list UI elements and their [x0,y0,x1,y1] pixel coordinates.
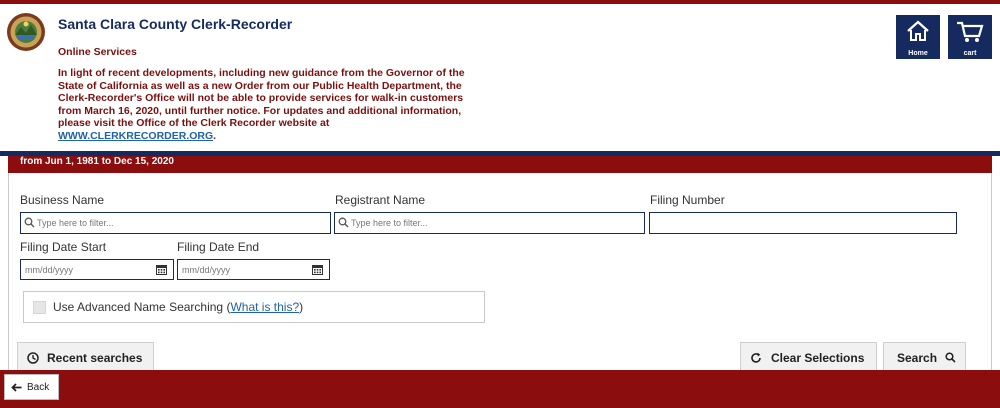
recent-searches-button[interactable]: Recent searches [17,342,154,372]
recent-searches-label: Recent searches [47,351,143,365]
filing-number-input[interactable] [649,212,957,234]
back-button[interactable]: Back [4,374,59,400]
clerk-recorder-link[interactable]: WWW.CLERKRECORDER.ORG [58,130,213,142]
panel-header: from Jun 1, 1981 to Dec 15, 2020 [8,156,992,173]
filing-date-start-placeholder: mm/dd/yyyy [25,265,74,275]
business-name-input[interactable]: Type here to filter... [20,212,331,234]
date-range-text: from Jun 1, 1981 to Dec 15, 2020 [20,156,174,167]
covid-notice: In light of recent developments, includi… [58,67,488,143]
calendar-icon[interactable] [312,264,323,275]
search-icon [338,217,349,228]
notice-end: . [213,129,217,142]
filing-number-label: Filing Number [650,193,725,207]
filing-date-end-placeholder: mm/dd/yyyy [182,265,231,275]
cart-icon [957,21,984,42]
search-icon [945,352,956,363]
site-header: Santa Clara County Clerk-Recorder Online… [0,4,1000,151]
calendar-icon[interactable] [156,264,167,275]
footer-bar [0,370,1000,408]
cart-label: cart [963,50,977,57]
filing-date-end-input[interactable]: mm/dd/yyyy [177,259,330,280]
filing-date-end-label: Filing Date End [177,240,260,254]
back-label: Back [27,382,50,393]
arrow-left-icon [11,383,22,392]
business-name-placeholder: Type here to filter... [37,218,114,228]
advanced-search-text: Use Advanced Name Searching (What is thi… [53,300,304,314]
search-label: Search [897,351,938,365]
clear-selections-label: Clear Selections [771,351,865,365]
registrant-name-label: Registrant Name [335,193,426,207]
advanced-search-box: Use Advanced Name Searching (What is thi… [23,291,485,323]
notice-text: In light of recent developments, includi… [58,67,465,130]
search-button[interactable]: Search [883,342,966,372]
registrant-name-placeholder: Type here to filter... [351,218,428,228]
site-subtitle: Online Services [58,46,137,58]
advanced-search-label: Use Advanced Name Searching [53,300,224,314]
county-seal-icon [7,13,45,51]
advanced-search-checkbox[interactable] [33,301,46,314]
filing-date-start-input[interactable]: mm/dd/yyyy [20,259,174,280]
home-label: Home [908,50,928,57]
registrant-name-input[interactable]: Type here to filter... [334,212,645,234]
cart-button[interactable]: cart [948,15,992,59]
clear-selections-button[interactable]: Clear Selections [740,342,877,372]
business-name-label: Business Name [20,193,105,207]
what-is-this-link[interactable]: What is this? [230,300,299,314]
clock-icon [27,352,39,364]
home-button[interactable]: Home [896,15,940,59]
search-icon [24,217,35,228]
home-icon [907,20,929,41]
refresh-icon [751,352,761,363]
site-title: Santa Clara County Clerk-Recorder [58,16,293,32]
filing-date-start-label: Filing Date Start [20,240,107,254]
